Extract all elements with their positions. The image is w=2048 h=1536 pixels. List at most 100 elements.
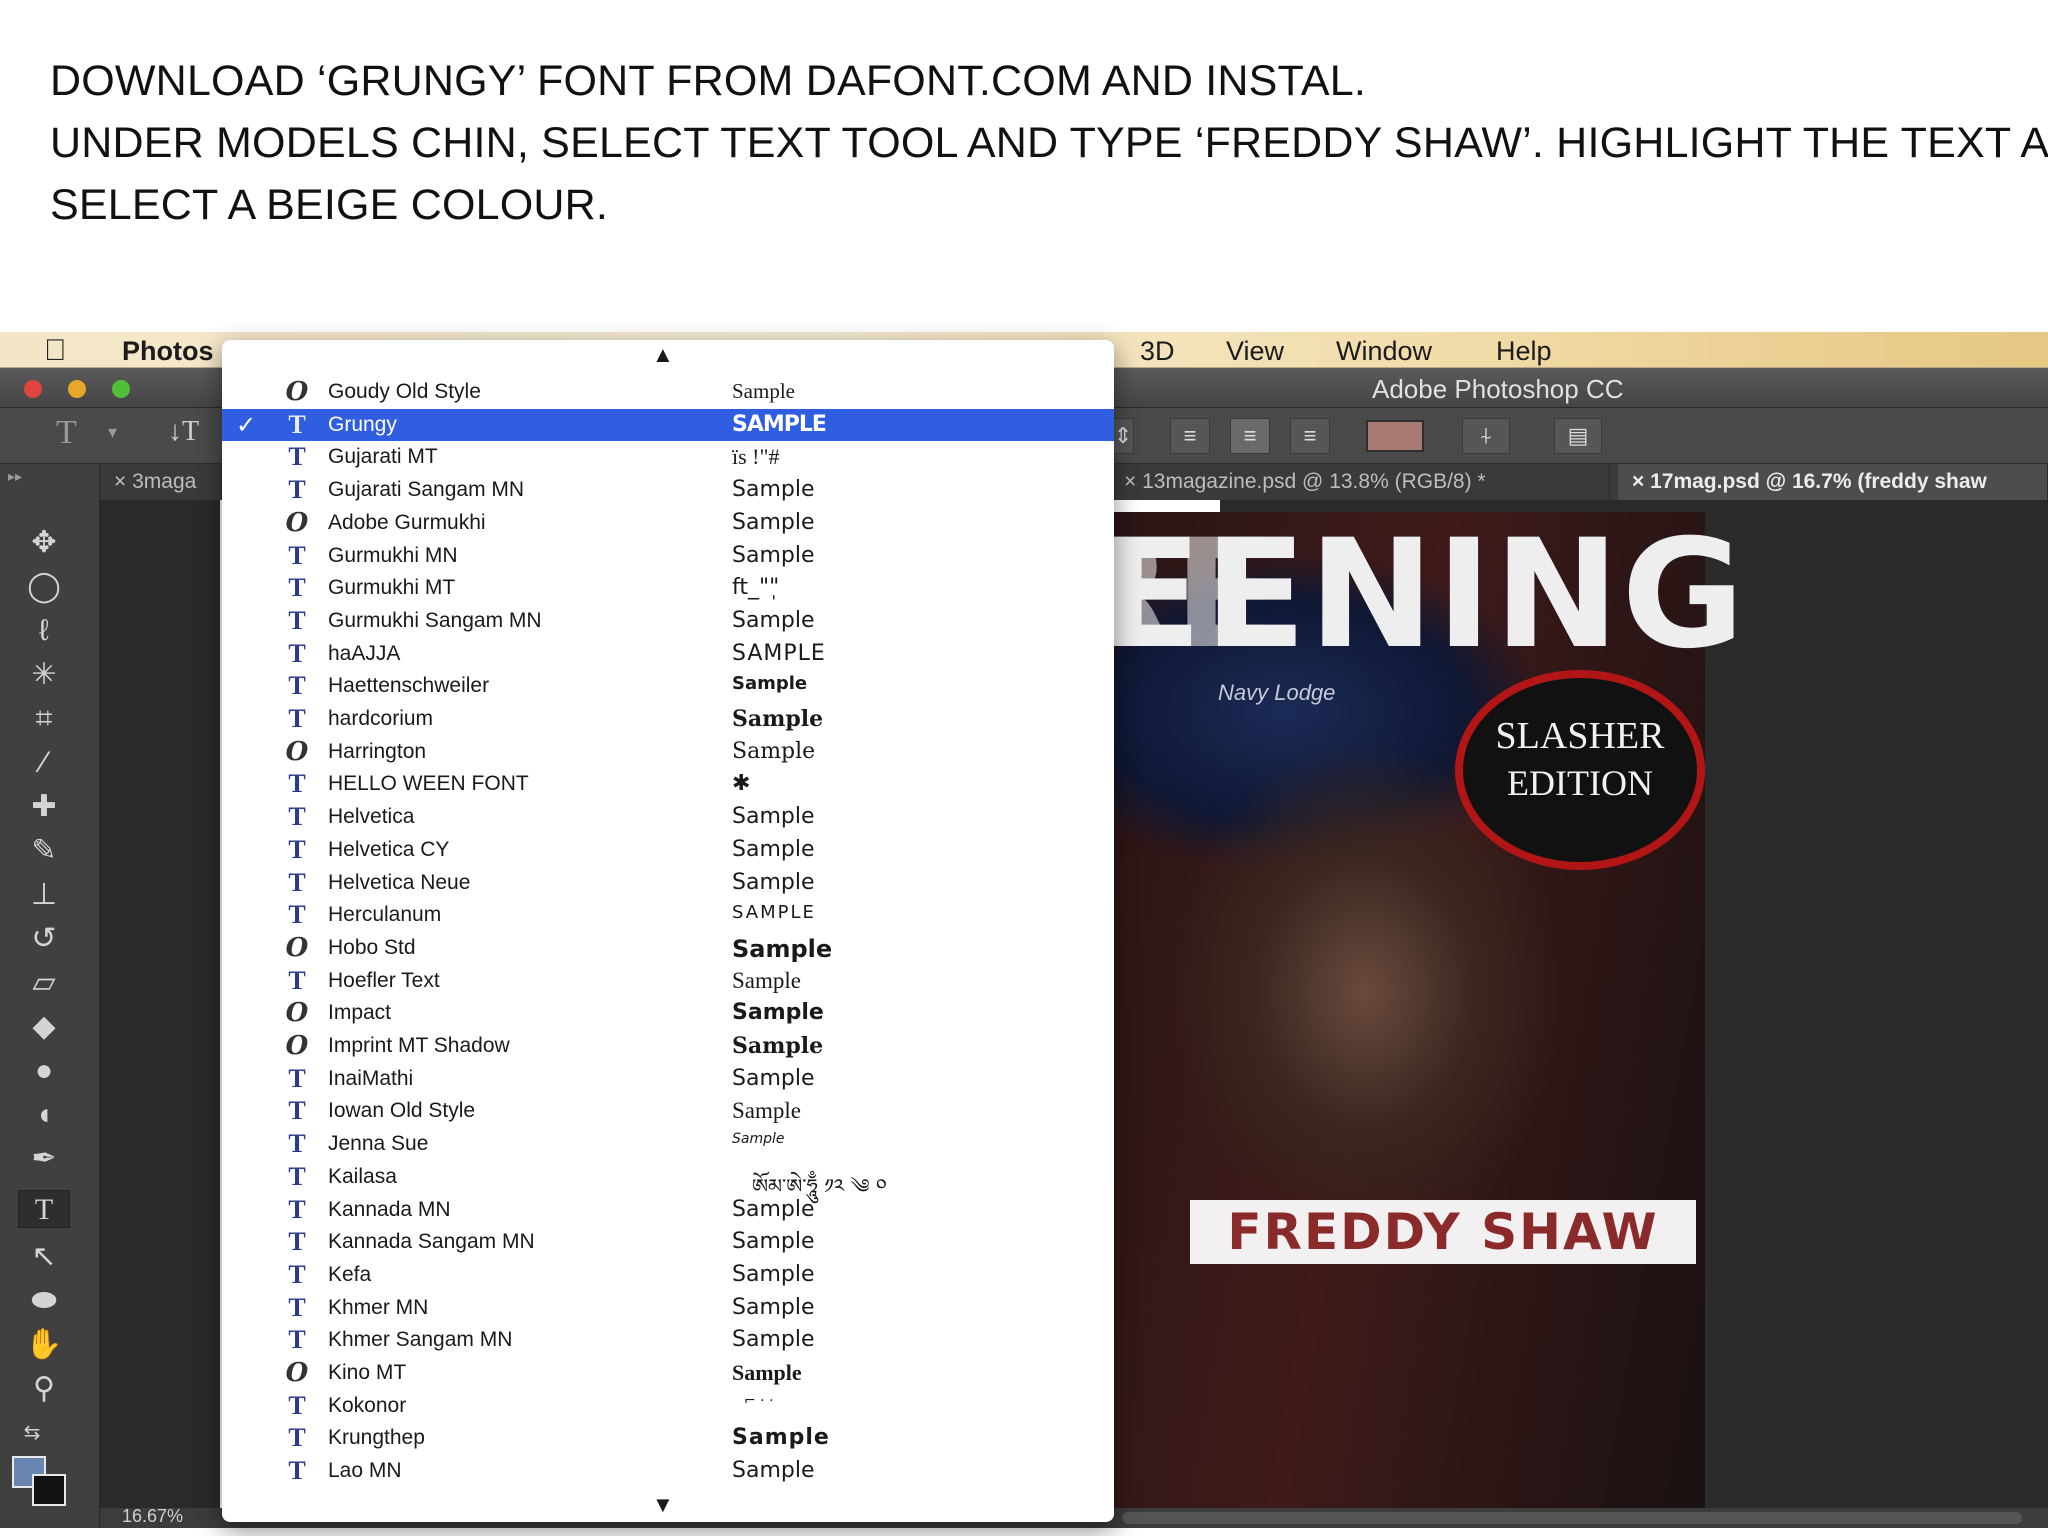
font-item-gurmukhi-mn[interactable]: T Gurmukhi MN Sample xyxy=(222,540,1114,572)
swap-colors-icon[interactable]: ⇆ xyxy=(6,1414,58,1452)
ellipse-tool-icon[interactable]: ⬬ xyxy=(18,1282,70,1320)
font-item-haajja[interactable]: ThaAJJA SAMPLE xyxy=(222,638,1114,670)
scroll-up-arrow-icon[interactable]: ▲ xyxy=(652,342,674,368)
apple-icon[interactable]:  xyxy=(44,334,67,368)
truetype-icon: T xyxy=(288,1227,306,1257)
marquee-tool-icon[interactable]: ◯ xyxy=(18,568,70,606)
font-item-imprint-mt-shadow[interactable]: O Imprint MT Shadow Sample xyxy=(222,1030,1114,1062)
scroll-down-arrow-icon[interactable]: ▼ xyxy=(652,1492,674,1518)
path-selection-tool-icon[interactable]: ↖ xyxy=(18,1238,70,1276)
brush-tool-icon[interactable]: ✎ xyxy=(18,832,70,870)
font-item-gurmukhi-mt[interactable]: T Gurmukhi MT ft_""̩ xyxy=(222,572,1114,604)
font-size-stepper[interactable]: ⇕ xyxy=(1112,418,1134,454)
font-item-herculanum[interactable]: T Herculanum SAMPLE xyxy=(222,899,1114,931)
font-name: Kailasa xyxy=(328,1164,397,1188)
font-item-krungthep[interactable]: T Krungthep Sample xyxy=(222,1422,1114,1454)
font-sample: ft_""̩ xyxy=(732,575,780,601)
eraser-tool-icon[interactable]: ▱ xyxy=(18,964,70,1002)
font-item-harrington[interactable]: O Harrington Sample xyxy=(222,736,1114,768)
font-name: Helvetica xyxy=(328,805,415,829)
menu-window[interactable]: Window xyxy=(1336,336,1432,367)
font-item-iowan-old-style[interactable]: T Iowan Old Style Sample xyxy=(222,1095,1114,1127)
font-item-hobo-std[interactable]: O Hobo Std Sample xyxy=(222,932,1114,964)
tab-13magazine[interactable]: × 13magazine.psd @ 13.8% (RGB/8) * xyxy=(1110,464,1610,500)
font-item-hardcorium[interactable]: Thardcorium Sample xyxy=(222,703,1114,735)
text-tool-preset-icon[interactable]: T xyxy=(56,414,77,452)
font-item-hoefler-text[interactable]: T Hoefler Text Sample xyxy=(222,965,1114,997)
tab-17mag[interactable]: × 17mag.psd @ 16.7% (freddy shaw xyxy=(1618,464,2048,500)
history-brush-tool-icon[interactable]: ↺ xyxy=(18,920,70,958)
text-color-swatch[interactable] xyxy=(1366,420,1424,452)
clone-stamp-tool-icon[interactable]: ⊥ xyxy=(18,876,70,914)
chevron-down-icon[interactable]: ▾ xyxy=(108,422,117,443)
align-right-icon[interactable]: ≡ xyxy=(1290,418,1330,454)
font-item-lao-mn[interactable]: T Lao MN Sample xyxy=(222,1455,1114,1487)
truetype-icon: T xyxy=(288,802,306,832)
font-name: Goudy Old Style xyxy=(328,380,481,403)
font-item-kailasa[interactable]: T Kailasa ཨོམ་ཨེ་ཧཱུྃ ༡༢ ༄ ༠ xyxy=(222,1161,1114,1198)
font-item-gurmukhi-sangam-mn[interactable]: T Gurmukhi Sangam MN Sample xyxy=(222,605,1114,637)
align-center-icon[interactable]: ≡ xyxy=(1230,418,1270,454)
font-item-grungy[interactable]: ✓ T Grungy SAMPLE xyxy=(222,408,1114,441)
font-item-haettenschweiler[interactable]: T Haettenschweiler Sample xyxy=(222,670,1114,702)
font-item-jenna-sue[interactable]: T Jenna Sue Sample xyxy=(222,1128,1114,1160)
hand-tool-icon[interactable]: ✋ xyxy=(18,1326,70,1364)
opentype-icon: O xyxy=(285,998,309,1029)
crop-tool-icon[interactable]: ⌗ xyxy=(18,700,70,738)
font-item-kefa[interactable]: T Kefa Sample xyxy=(222,1259,1114,1291)
font-sample: Sample xyxy=(732,1033,824,1059)
panel-grip-icon[interactable]: ▸▸ xyxy=(8,468,22,485)
font-item-impact[interactable]: O Impact Sample xyxy=(222,997,1114,1029)
freddy-shaw-text-layer[interactable]: FREDDY SHAW xyxy=(1190,1200,1696,1264)
font-item-khmer-sangam-mn[interactable]: T Khmer Sangam MN Sample xyxy=(222,1324,1114,1356)
font-sample: Sample xyxy=(732,607,815,633)
font-item-kannada-mn[interactable]: T Kannada MN Sample xyxy=(222,1194,1114,1226)
eyedropper-tool-icon[interactable]: ⁄ xyxy=(18,744,70,782)
healing-brush-tool-icon[interactable]: ✚ xyxy=(18,788,70,826)
menu-view[interactable]: View xyxy=(1226,336,1284,367)
move-tool-icon[interactable]: ✥ xyxy=(18,524,70,562)
font-sample: Sample xyxy=(732,1458,815,1484)
font-item-helvetica-cy[interactable]: T Helvetica CY Sample xyxy=(222,834,1114,866)
paint-bucket-tool-icon[interactable]: ◆ xyxy=(18,1008,70,1046)
text-orientation-icon[interactable]: ↓T xyxy=(168,416,199,448)
font-item-khmer-mn[interactable]: T Khmer MN Sample xyxy=(222,1292,1114,1324)
font-item-helvetica-neue[interactable]: T Helvetica Neue Sample xyxy=(222,867,1114,899)
truetype-icon: T xyxy=(288,1096,306,1126)
font-name: Kino MT xyxy=(328,1361,407,1384)
character-panel-icon[interactable]: ▤ xyxy=(1554,418,1602,454)
font-item-helvetica[interactable]: T Helvetica Sample xyxy=(222,801,1114,833)
menu-app-name[interactable]: Photos xyxy=(122,336,214,367)
font-item-gujarati-mt[interactable]: T Gujarati MT ïs !"# xyxy=(222,441,1114,473)
opentype-icon: O xyxy=(285,736,309,767)
blur-tool-icon[interactable]: ● xyxy=(18,1052,70,1090)
magic-wand-tool-icon[interactable]: ✳ xyxy=(18,656,70,694)
zoom-window-button[interactable] xyxy=(112,380,130,398)
menu-help[interactable]: Help xyxy=(1496,336,1552,367)
zoom-tool-icon[interactable]: ⚲ xyxy=(18,1370,70,1408)
warp-text-icon[interactable]: ⍭ xyxy=(1462,418,1510,454)
background-color-swatch[interactable] xyxy=(32,1474,66,1506)
font-sample: ⌐ · · xyxy=(744,1392,774,1409)
zoom-level[interactable]: 16.67% xyxy=(122,1506,183,1527)
font-item-kino-mt[interactable]: O Kino MT Sample xyxy=(222,1357,1114,1389)
pen-tool-icon[interactable]: ✒ xyxy=(18,1140,70,1178)
instruction-line-3: SELECT A BEIGE COLOUR. xyxy=(50,181,609,229)
font-item-gujarati-sangam-mn[interactable]: T Gujarati Sangam MN Sample xyxy=(222,474,1114,506)
dodge-tool-icon[interactable]: ◖ xyxy=(18,1096,70,1134)
align-left-icon[interactable]: ≡ xyxy=(1170,418,1210,454)
horizontal-scrollbar[interactable] xyxy=(1122,1512,2022,1524)
text-tool-icon[interactable]: T xyxy=(18,1190,70,1228)
font-name: Khmer MN xyxy=(328,1295,429,1319)
close-window-button[interactable] xyxy=(24,380,42,398)
font-item-goudy-old-style[interactable]: O Goudy Old Style Sample xyxy=(222,376,1114,408)
font-name: Imprint MT Shadow xyxy=(328,1034,510,1057)
minimize-window-button[interactable] xyxy=(68,380,86,398)
font-item-hello-ween-font[interactable]: T HELLO WEEN FONT ✱ xyxy=(222,768,1114,800)
font-item-inaimathi[interactable]: T InaiMathi Sample xyxy=(222,1063,1114,1095)
menu-3d[interactable]: 3D xyxy=(1140,336,1175,367)
lasso-tool-icon[interactable]: ℓ xyxy=(18,612,70,650)
font-item-kannada-sangam-mn[interactable]: T Kannada Sangam MN Sample xyxy=(222,1226,1114,1258)
font-item-adobe-gurmukhi[interactable]: O Adobe Gurmukhi Sample xyxy=(222,507,1114,539)
font-item-kokonor[interactable]: T Kokonor ⌐ · · xyxy=(222,1390,1114,1422)
